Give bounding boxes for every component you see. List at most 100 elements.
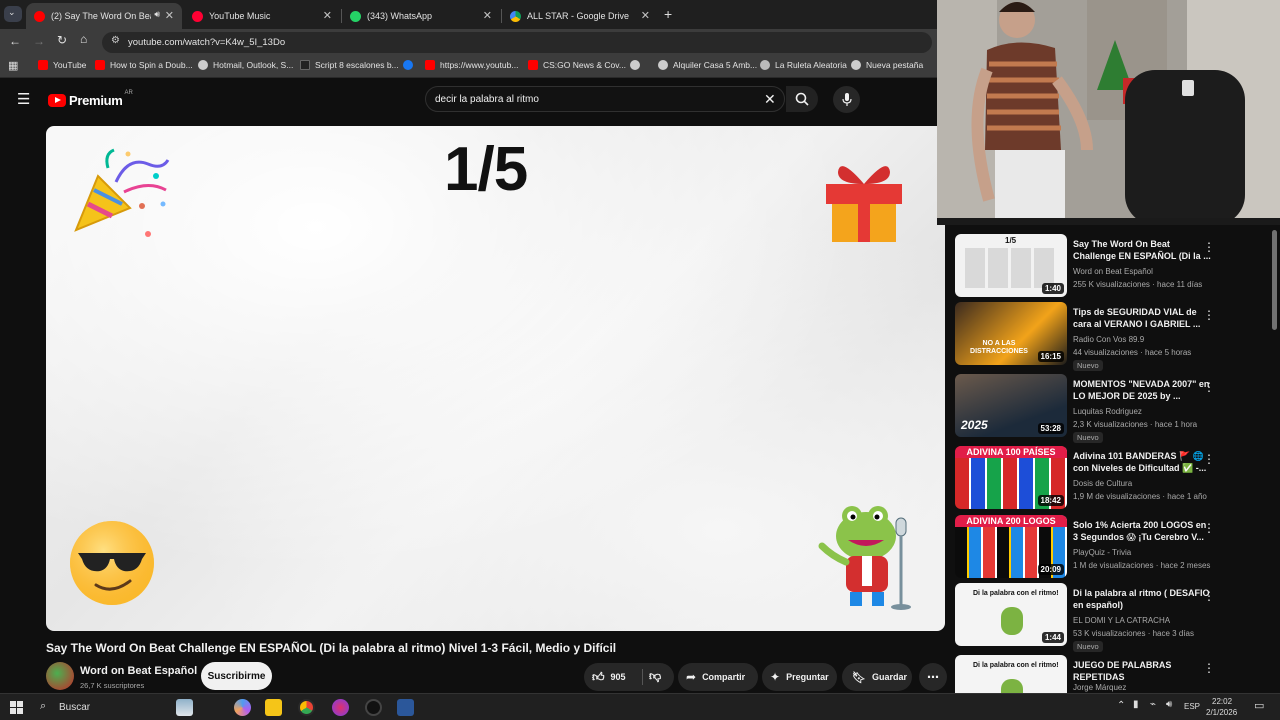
close-icon[interactable]: ✕: [641, 9, 650, 22]
like-button[interactable]: 👍︎ 905: [584, 670, 626, 685]
site-info-icon[interactable]: ⚙: [111, 35, 120, 46]
calculator-icon[interactable]: [397, 699, 414, 716]
recommendation-channel: Jorge Márquez: [1073, 683, 1127, 692]
messenger-icon[interactable]: [332, 699, 349, 716]
chrome-icon[interactable]: [298, 699, 315, 716]
speaker-icon[interactable]: 🔊︎: [154, 9, 160, 20]
recommendation-item[interactable]: ADIVINA 100 PAÍSES 18:42 Adivina 101 BAN…: [955, 446, 1265, 514]
more-vertical-icon[interactable]: ⋮: [1203, 308, 1215, 322]
thumbnail-text: ADIVINA 200 LOGOS: [955, 515, 1067, 527]
video-thumbnail[interactable]: Di la palabra con el ritmo!: [955, 655, 1067, 693]
close-icon[interactable]: ✕: [323, 9, 332, 22]
video-thumbnail[interactable]: Di la palabra con el ritmo! 1:44: [955, 583, 1067, 646]
recommendation-item[interactable]: Di la palabra con el ritmo! 1:44 Di la p…: [955, 583, 1265, 652]
more-vertical-icon[interactable]: ⋮: [1203, 661, 1215, 675]
webcam-overlay: [937, 0, 1280, 225]
taskbar-search[interactable]: ⌕ Buscar: [32, 697, 172, 718]
region-code: AR: [124, 90, 133, 96]
voice-search-button[interactable]: [833, 86, 860, 113]
forward-arrow-icon[interactable]: →: [33, 34, 45, 48]
video-thumbnail[interactable]: 2025 53:28: [955, 374, 1067, 437]
tab-whatsapp[interactable]: (343) WhatsApp ✕: [342, 3, 500, 29]
whatsapp-favicon-icon: [350, 10, 361, 22]
sidebar-scrollbar[interactable]: [1272, 230, 1277, 330]
bookmark-item[interactable]: How to Spin a Doub...: [95, 60, 193, 70]
reload-icon[interactable]: ↻: [57, 33, 67, 47]
video-player[interactable]: 1/5: [46, 126, 945, 631]
back-arrow-icon[interactable]: ←: [9, 34, 21, 48]
video-thumbnail[interactable]: NO A LAS DISTRACCIONES 16:15: [955, 302, 1067, 365]
bookmark-item[interactable]: Nueva pestaña: [851, 60, 923, 70]
save-button[interactable]: 🔖︎ Guardar: [842, 663, 912, 691]
bookmark-item[interactable]: CS:GO News & Cov...: [528, 60, 626, 70]
tray-speaker-icon[interactable]: 🔊︎: [1166, 699, 1172, 710]
tab-youtube-music[interactable]: YouTube Music ✕: [184, 3, 340, 29]
share-arrow-icon: ➦: [686, 670, 697, 684]
address-bar[interactable]: ⚙ youtube.com/watch?v=K4w_5I_13Do: [102, 32, 932, 53]
recommendation-channel: PlayQuiz - Trivia: [1073, 548, 1132, 557]
chevron-down-icon: ⌄: [8, 7, 16, 17]
subscribe-button[interactable]: Suscribirme: [201, 662, 272, 690]
recommendation-item[interactable]: Di la palabra con el ritmo! JUEGO DE PAL…: [955, 655, 1265, 693]
search-button[interactable]: [786, 86, 818, 112]
close-icon[interactable]: ✕: [483, 9, 492, 22]
recommendation-channel: Luquitas Rodriguez: [1073, 407, 1142, 416]
search-box[interactable]: decir la palabra al ritmo ✕: [425, 86, 785, 112]
new-badge: Nuevo: [1073, 641, 1103, 652]
recommendation-item[interactable]: NO A LAS DISTRACCIONES 16:15 Tips de SEG…: [955, 302, 1265, 371]
tray-network-icon[interactable]: ⌁: [1150, 699, 1156, 710]
thumbs-down-icon: 👎︎: [649, 669, 662, 683]
clock-date[interactable]: 2/1/2026: [1206, 708, 1237, 717]
bookmark-item[interactable]: [403, 60, 418, 70]
ask-button[interactable]: ✦ Preguntar: [762, 663, 837, 691]
tab-youtube-video[interactable]: (2) Say The Word On Beat C 🔊︎ ✕: [26, 3, 182, 29]
tray-app-icon[interactable]: ▮: [1133, 699, 1139, 710]
new-tab-button[interactable]: +: [664, 6, 672, 22]
channel-avatar[interactable]: [46, 662, 74, 690]
google-drive-favicon-icon: [510, 10, 521, 22]
hamburger-menu-icon[interactable]: ☰: [17, 90, 30, 108]
more-vertical-icon[interactable]: ⋮: [1203, 240, 1215, 254]
bookmark-item[interactable]: Hotmail, Outlook, S...: [198, 60, 293, 70]
gift-icon: [826, 166, 902, 242]
home-icon[interactable]: ⌂: [80, 32, 87, 46]
clear-search-icon[interactable]: ✕: [764, 91, 776, 108]
tray-chevron-up-icon[interactable]: ⌃: [1117, 700, 1125, 711]
youtube-premium-logo[interactable]: Premium AR: [48, 90, 133, 108]
video-thumbnail[interactable]: 1/5 1:40: [955, 234, 1067, 297]
more-actions-button[interactable]: ⋯: [919, 663, 947, 691]
frog-singer-icon: [818, 506, 911, 610]
recommendation-item[interactable]: ADIVINA 200 LOGOS 20:09 Solo 1% Acierta …: [955, 515, 1265, 583]
bookmark-item[interactable]: Alquiler Casa 5 Amb...: [658, 60, 757, 70]
file-explorer-icon[interactable]: [265, 699, 282, 716]
bookmark-item[interactable]: Script 8 escalones b...: [300, 60, 399, 70]
windows-start-icon[interactable]: [10, 701, 23, 714]
recommendation-item[interactable]: 2025 53:28 MOMENTOS "NEVADA 2007" en LO …: [955, 374, 1265, 443]
share-button[interactable]: ➦ Compartir: [678, 663, 758, 691]
language-indicator[interactable]: ESP: [1184, 702, 1200, 711]
more-vertical-icon[interactable]: ⋮: [1203, 521, 1215, 535]
more-vertical-icon[interactable]: ⋮: [1203, 380, 1215, 394]
video-thumbnail[interactable]: ADIVINA 200 LOGOS 20:09: [955, 515, 1067, 578]
notification-icon[interactable]: ▭: [1254, 699, 1264, 712]
copilot-icon[interactable]: [234, 699, 251, 716]
widget-icon[interactable]: [176, 699, 193, 716]
close-icon[interactable]: ✕: [165, 9, 174, 22]
recommendation-item[interactable]: 1/5 1:40 Say The Word On Beat Challenge …: [955, 234, 1265, 302]
dislike-button[interactable]: 👎︎: [649, 669, 661, 684]
channel-name[interactable]: Word on Beat Español: [80, 665, 197, 677]
bookmark-item[interactable]: YouTube: [38, 60, 86, 70]
more-vertical-icon[interactable]: ⋮: [1203, 452, 1215, 466]
clock-time[interactable]: 22:02: [1212, 697, 1232, 706]
bookmark-item[interactable]: [630, 60, 645, 70]
tab-google-drive[interactable]: ALL STAR - Google Drive ✕: [502, 3, 658, 29]
search-input[interactable]: decir la palabra al ritmo: [435, 94, 539, 105]
tab-search-button[interactable]: ⌄: [4, 6, 22, 22]
bookmark-item[interactable]: La Ruleta Aleatoria: [760, 60, 847, 70]
video-thumbnail[interactable]: ADIVINA 100 PAÍSES 18:42: [955, 446, 1067, 509]
app-icon[interactable]: [365, 699, 382, 716]
bookmark-item[interactable]: https://www.youtub...: [425, 60, 518, 70]
apps-grid-icon[interactable]: ▦: [8, 59, 18, 72]
thumbnail-text: 1/5: [1005, 236, 1017, 245]
more-vertical-icon[interactable]: ⋮: [1203, 589, 1215, 603]
